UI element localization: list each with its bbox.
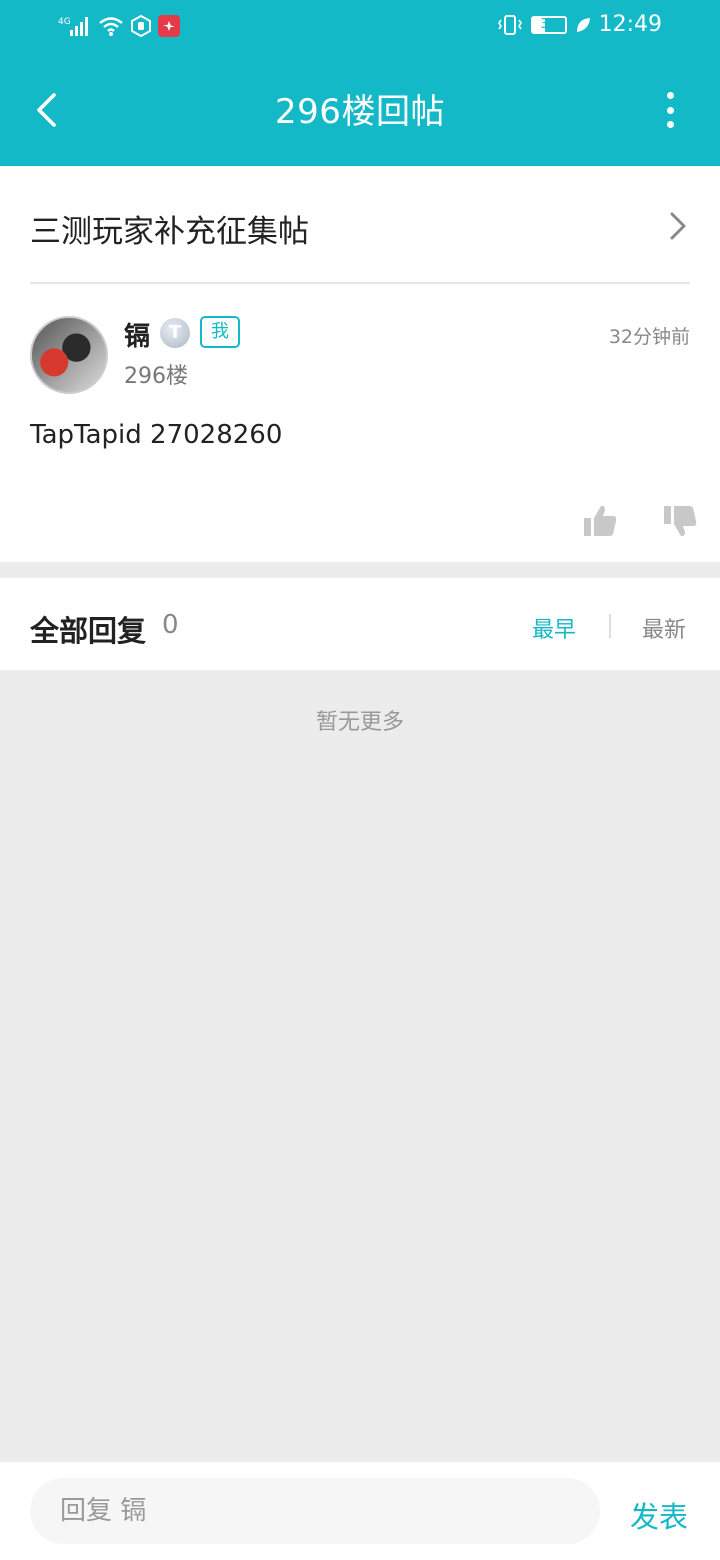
- more-dot-icon: [666, 121, 674, 128]
- thumbs-down-icon[interactable]: [662, 502, 698, 542]
- app-badge-icon: [158, 15, 180, 37]
- status-time: 12:49: [598, 12, 662, 37]
- level-badge-icon: T: [160, 318, 190, 348]
- battery-icon: 37: [530, 15, 567, 34]
- status-bar: 4G 37 12:49: [0, 0, 720, 54]
- author-name[interactable]: 镉: [124, 316, 150, 353]
- more-dot-icon: [666, 106, 674, 114]
- sort-latest-tab[interactable]: 最新: [642, 612, 686, 644]
- status-left: 4G: [58, 14, 180, 38]
- avatar[interactable]: [30, 316, 108, 394]
- reply-bar: 发表: [0, 1462, 720, 1560]
- replies-header: 全部回复 0 最早 最新: [0, 578, 720, 670]
- thread-link[interactable]: 三测玩家补充征集帖: [30, 166, 690, 284]
- status-right: 37 12:49: [497, 12, 662, 37]
- thumbs-up-icon[interactable]: [582, 502, 618, 542]
- page-title: 296楼回帖: [275, 92, 445, 132]
- vibrate-icon: [497, 14, 522, 35]
- top-bar: 4G 37 12:49 296楼回帖: [0, 0, 720, 166]
- empty-state-text: 暂无更多: [315, 710, 404, 735]
- floor-number: 296楼: [124, 364, 188, 389]
- hand-icon: [131, 15, 151, 37]
- post-content: TapTapid 27028260: [30, 420, 283, 450]
- post-card: 三测玩家补充征集帖 镉 T 我 296楼 32分钟前 TapTapid 2702…: [0, 166, 720, 562]
- post-header: 镉 T 我 296楼 32分钟前: [30, 316, 690, 396]
- more-dot-icon: [666, 92, 674, 99]
- sort-divider: [609, 614, 611, 638]
- app-bar: 296楼回帖: [0, 54, 720, 166]
- send-button[interactable]: 发表: [630, 1494, 688, 1536]
- svg-text:4G: 4G: [58, 17, 71, 27]
- signal-icon: 4G: [58, 17, 88, 36]
- battery-level: 37: [540, 16, 557, 32]
- sort-earliest-tab[interactable]: 最早: [532, 612, 576, 644]
- leaf-icon: [576, 17, 590, 32]
- replies-count: 0: [162, 610, 179, 640]
- wifi-icon: [99, 17, 123, 36]
- chevron-right-icon: [670, 212, 686, 240]
- thread-title: 三测玩家补充征集帖: [30, 214, 309, 250]
- post-time: 32分钟前: [608, 326, 690, 348]
- me-tag: 我: [200, 316, 240, 348]
- replies-title: 全部回复: [30, 614, 147, 648]
- more-options-button[interactable]: [656, 90, 684, 130]
- reply-input[interactable]: [30, 1478, 600, 1544]
